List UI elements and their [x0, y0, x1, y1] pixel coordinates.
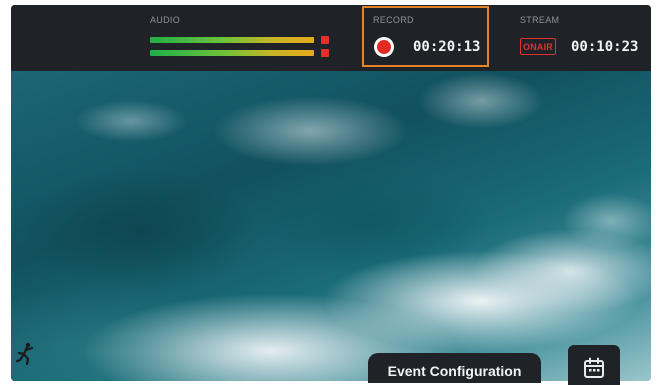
stream-label: STREAM	[520, 15, 560, 25]
record-label: RECORD	[373, 15, 414, 25]
record-button[interactable]	[374, 37, 394, 57]
on-air-badge: ONAIR	[520, 38, 556, 55]
audio-peak-left	[321, 36, 329, 44]
record-timecode: 00:20:13	[413, 39, 481, 55]
audio-label: AUDIO	[150, 15, 181, 25]
audio-peak-right	[321, 49, 329, 57]
surfer-figure	[15, 342, 34, 365]
record-dot-icon	[377, 40, 391, 54]
device-screen: AUDIO RECORD 00:20:13 STREAM ONAIR 00:10…	[11, 5, 651, 381]
calendar-button[interactable]	[568, 345, 620, 385]
calendar-icon	[584, 357, 604, 378]
video-preview	[11, 71, 651, 381]
stream-timecode: 00:10:23	[571, 39, 639, 55]
status-bar: AUDIO RECORD 00:20:13 STREAM ONAIR 00:10…	[11, 5, 651, 71]
audio-meter-right	[150, 50, 314, 56]
event-configuration-button[interactable]: Event Configuration	[368, 353, 541, 383]
audio-meter-left	[150, 37, 314, 43]
